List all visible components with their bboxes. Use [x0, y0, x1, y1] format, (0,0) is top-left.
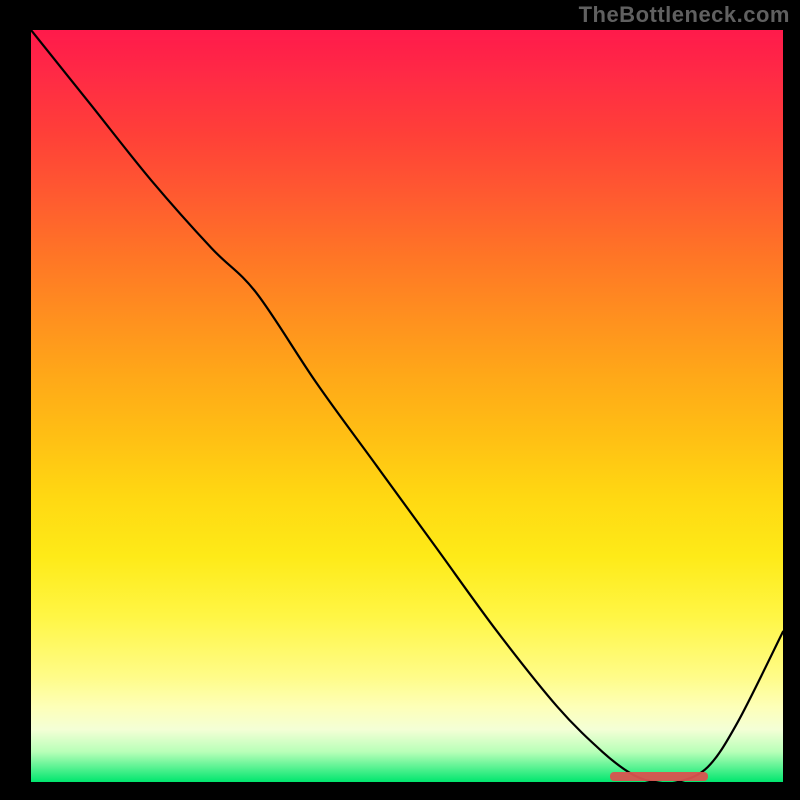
curve-svg — [31, 30, 783, 782]
chart-frame: TheBottleneck.com — [0, 0, 800, 800]
optimal-marker — [610, 772, 708, 781]
watermark-text: TheBottleneck.com — [579, 2, 790, 28]
bottleneck-curve — [31, 30, 783, 782]
chart-plot-area — [31, 30, 783, 782]
